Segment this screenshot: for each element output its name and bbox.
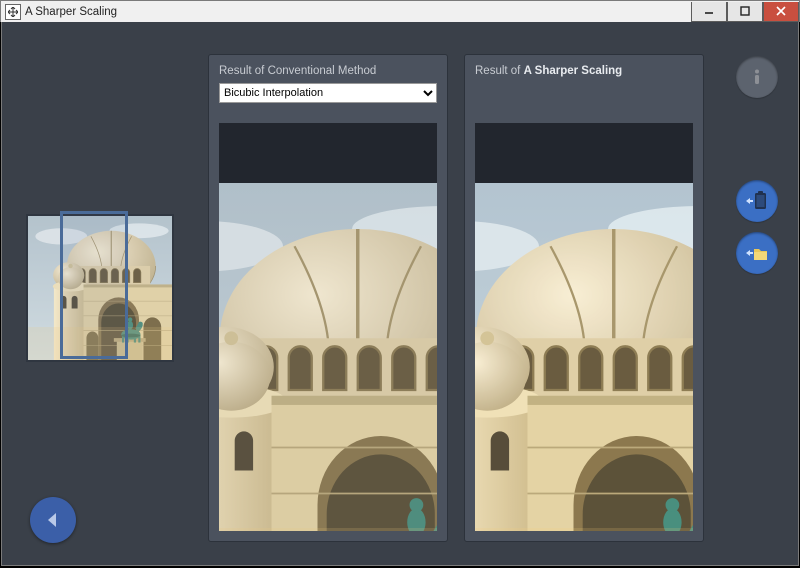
info-icon — [746, 66, 768, 88]
title-bar: A Sharper Scaling — [0, 0, 800, 22]
back-button[interactable] — [30, 497, 76, 543]
minimize-button[interactable] — [691, 2, 727, 22]
conventional-panel: Result of Conventional Method Bicubic In… — [208, 54, 448, 542]
info-button[interactable] — [736, 56, 778, 98]
method-dropdown[interactable]: Bicubic Interpolation — [219, 83, 437, 103]
source-thumbnail[interactable] — [26, 214, 174, 362]
save-to-folder-button[interactable] — [736, 232, 778, 274]
clipboard-icon — [744, 188, 770, 214]
folder-icon — [744, 240, 770, 266]
window-title: A Sharper Scaling — [25, 6, 691, 18]
maximize-button[interactable] — [727, 2, 763, 22]
back-icon — [44, 511, 62, 529]
sharper-result-image[interactable] — [475, 123, 693, 531]
client-area: Result of Conventional Method Bicubic In… — [1, 22, 799, 566]
conventional-panel-header: Result of Conventional Method — [219, 65, 437, 77]
sharper-panel: Result of A Sharper Scaling — [464, 54, 704, 542]
sharper-panel-header: Result of A Sharper Scaling — [475, 65, 693, 77]
close-button[interactable] — [763, 2, 799, 22]
move-icon — [5, 4, 21, 20]
sharper-header-name: A Sharper Scaling — [524, 65, 623, 77]
conventional-result-image[interactable] — [219, 123, 437, 531]
thumbnail-image — [26, 214, 174, 362]
sharper-header-prefix: Result of — [475, 65, 524, 77]
copy-to-clipboard-button[interactable] — [736, 180, 778, 222]
